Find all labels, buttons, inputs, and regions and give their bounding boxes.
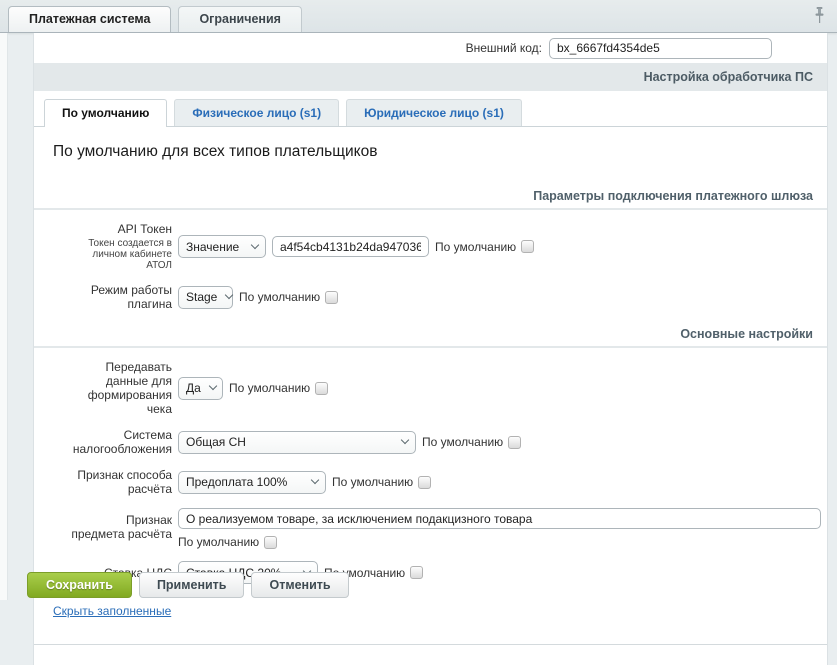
apply-button[interactable]: Применить: [139, 572, 245, 598]
tab-content: По умолчанию для всех типов плательщиков…: [34, 127, 827, 645]
field-row-tax-system: Система налогообложения Общая СН По умол…: [34, 428, 827, 456]
default-checkbox-label: По умолчанию: [422, 435, 503, 449]
api-token-mode-value: Значение: [186, 240, 239, 254]
send-check-data-default-checkbox[interactable]: [315, 382, 328, 395]
field-row-payment-subject-sign: Признак предмета расчёта По умолчанию: [34, 508, 827, 549]
profile-tab-bar: По умолчанию Физическое лицо (s1) Юридич…: [34, 91, 827, 127]
default-checkbox-label: По умолчанию: [229, 381, 310, 395]
api-token-input[interactable]: [272, 236, 429, 257]
api-token-mode-select[interactable]: Значение: [178, 235, 266, 258]
api-token-label-text: API Токен: [70, 222, 172, 236]
main-section-header: Основные настройки: [34, 327, 827, 348]
tax-system-value: Общая СН: [186, 435, 246, 449]
tab-default[interactable]: По умолчанию: [44, 99, 167, 127]
external-code-label: Внешний код:: [466, 41, 542, 55]
handler-settings-header: Настройка обработчика ПС: [34, 63, 827, 91]
payment-system-panel: Внешний код: Настройка обработчика ПС По…: [33, 33, 828, 665]
field-row-api-token: API Токен Токен создается в личном кабин…: [34, 222, 827, 271]
payment-subject-sign-input[interactable]: [178, 508, 821, 529]
payment-method-sign-label: Признак способа расчёта: [70, 468, 172, 496]
tax-system-select[interactable]: Общая СН: [178, 431, 416, 454]
default-checkbox-label: По умолчанию: [239, 290, 320, 304]
plugin-mode-label: Режим работы плагина: [70, 283, 172, 311]
send-check-data-label: Передавать данные для формирования чека: [70, 360, 172, 416]
chevron-down-icon: [401, 436, 409, 444]
footer-buttons: Сохранить Применить Отменить: [27, 572, 349, 598]
tax-system-default-checkbox[interactable]: [508, 436, 521, 449]
save-button[interactable]: Сохранить: [27, 572, 132, 598]
field-row-plugin-mode: Режим работы плагина Stage По умолчанию: [34, 283, 827, 311]
default-checkbox-label: По умолчанию: [178, 535, 259, 549]
tab-payment-system[interactable]: Платежная система: [8, 6, 171, 32]
send-check-data-select[interactable]: Да: [178, 377, 223, 400]
api-token-label: API Токен Токен создается в личном кабин…: [70, 222, 172, 271]
plugin-mode-select[interactable]: Stage: [178, 286, 233, 309]
send-check-data-value: Да: [186, 381, 201, 395]
external-code-row: Внешний код:: [34, 33, 827, 63]
cancel-button[interactable]: Отменить: [251, 572, 348, 598]
tab-restrictions[interactable]: Ограничения: [178, 6, 302, 32]
page-left-gutter: [0, 33, 8, 600]
pushpin-icon[interactable]: [813, 7, 826, 27]
chevron-down-icon: [251, 240, 259, 248]
api-token-note: Токен создается в личном кабинете АТОЛ: [70, 238, 172, 271]
tab-individual[interactable]: Физическое лицо (s1): [174, 99, 339, 126]
payment-subject-sign-default-checkbox[interactable]: [264, 536, 277, 549]
default-checkbox-label: По умолчанию: [332, 475, 413, 489]
gateway-section-header: Параметры подключения платежного шлюза: [34, 189, 827, 210]
plugin-mode-value: Stage: [186, 290, 217, 304]
default-checkbox-label: По умолчанию: [435, 240, 516, 254]
field-row-payment-method-sign: Признак способа расчёта Предоплата 100% …: [34, 468, 827, 496]
external-code-input[interactable]: [549, 38, 772, 59]
payment-method-sign-select[interactable]: Предоплата 100%: [178, 471, 326, 494]
payment-method-sign-default-checkbox[interactable]: [418, 476, 431, 489]
field-row-send-check-data: Передавать данные для формирования чека …: [34, 360, 827, 416]
payment-method-sign-value: Предоплата 100%: [186, 475, 287, 489]
chevron-down-icon: [225, 291, 233, 299]
window-tab-bar: Платежная система Ограничения: [0, 0, 837, 33]
plugin-mode-default-checkbox[interactable]: [325, 291, 338, 304]
vat-rate-default-checkbox[interactable]: [410, 566, 423, 579]
api-token-default-checkbox[interactable]: [521, 240, 534, 253]
tax-system-label: Система налогообложения: [70, 428, 172, 456]
chevron-down-icon: [209, 382, 217, 390]
chevron-down-icon: [311, 476, 319, 484]
tab-legal-entity[interactable]: Юридическое лицо (s1): [346, 99, 522, 126]
hide-filled-link[interactable]: Скрыть заполненные: [53, 604, 171, 618]
payment-subject-sign-label: Признак предмета расчёта: [70, 508, 172, 541]
page-title: По умолчанию для всех типов плательщиков: [53, 143, 827, 161]
